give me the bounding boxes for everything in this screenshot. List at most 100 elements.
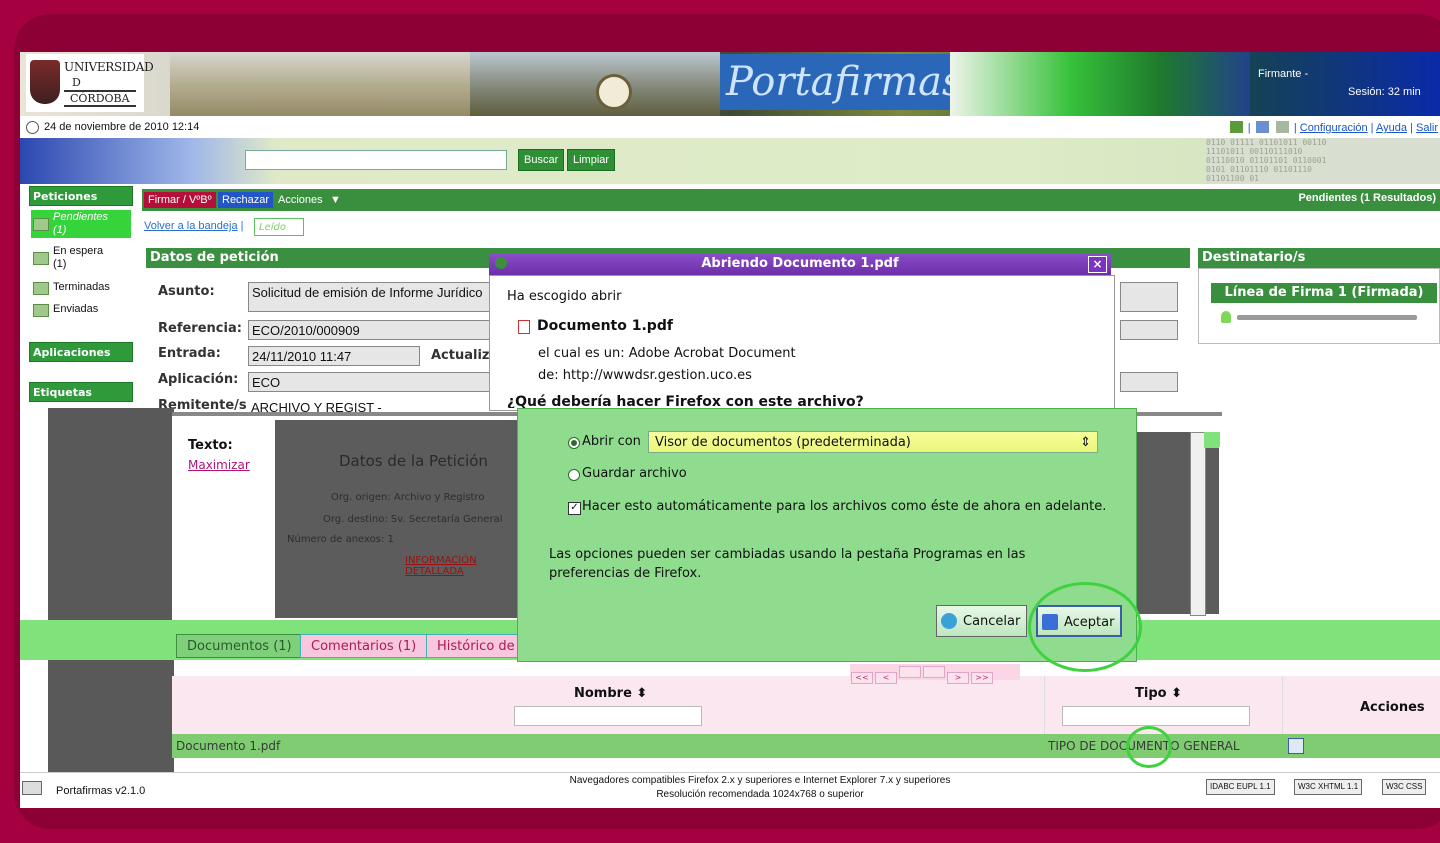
nombre-filter-input[interactable] xyxy=(514,706,702,726)
auto-checkbox-label[interactable]: Hacer esto automáticamente para los arch… xyxy=(582,499,1106,514)
dialog-question: ¿Qué debería hacer Firefox con este arch… xyxy=(507,394,864,408)
aplicacion-field-end xyxy=(1120,372,1178,392)
page-button[interactable] xyxy=(923,666,945,678)
column-label: Tipo xyxy=(1135,686,1167,701)
highlight-circle xyxy=(1028,582,1142,672)
firmante-label: Firmante - xyxy=(1258,68,1309,80)
sidebar-item-pendientes[interactable]: Pendientes (1) xyxy=(31,210,131,238)
logout-link[interactable]: Salir xyxy=(1416,122,1438,134)
dialog-filename: Documento 1.pdf xyxy=(537,318,673,334)
last-page-button[interactable]: >> xyxy=(971,672,993,684)
search-input[interactable] xyxy=(245,150,507,170)
peticiones-header[interactable]: Peticiones xyxy=(29,186,133,206)
window-icon[interactable] xyxy=(1255,121,1269,133)
tab-documentos[interactable]: Documentos (1) xyxy=(176,634,303,658)
compatibility-note: Navegadores compatibles Firefox 2.x y su… xyxy=(550,774,970,802)
prev-page-button[interactable]: < xyxy=(875,672,897,684)
detail-link[interactable]: INFORMACIÓN DETALLADA xyxy=(405,555,535,577)
highlight-circle xyxy=(1126,726,1172,768)
current-date: 24 de noviembre de 2010 12:14 xyxy=(44,121,200,133)
acciones-menu[interactable]: Acciones xyxy=(274,192,327,208)
sidebar-item-label: En espera xyxy=(53,245,104,257)
done-icon xyxy=(33,282,49,295)
cancel-button[interactable]: Cancelar xyxy=(936,605,1028,637)
results-count: Pendientes (1 Resultados) xyxy=(1298,192,1436,204)
aplicaciones-header[interactable]: Aplicaciones xyxy=(29,342,133,362)
back-link-bar: Volver a la bandeja | xyxy=(144,220,244,232)
page-button[interactable] xyxy=(899,666,921,678)
inbox-icon xyxy=(33,218,49,231)
column-acciones: Acciones xyxy=(1360,700,1425,715)
request-preview: Datos de la Petición Org. origen: Archiv… xyxy=(275,420,535,618)
download-icon[interactable] xyxy=(1288,738,1304,754)
clear-button[interactable]: Limpiar xyxy=(567,149,616,171)
referencia-field-end xyxy=(1120,320,1178,340)
settings-icon[interactable] xyxy=(1275,121,1289,133)
column-divider xyxy=(1044,676,1045,734)
sent-icon xyxy=(33,304,49,317)
browser-viewport: UNIVERSIDAD D CÓRDOBA Portafirmas Firman… xyxy=(20,52,1440,808)
firmar-button[interactable]: Firmar / VºBº xyxy=(144,192,216,208)
app-select-value: Visor de documentos (predeterminada) xyxy=(655,435,911,450)
users-icon[interactable] xyxy=(1229,121,1243,133)
shield-icon xyxy=(30,60,60,104)
search-button[interactable]: Buscar xyxy=(518,149,565,171)
referencia-field: ECO/2010/000909 xyxy=(248,320,490,340)
aplicacion-label: Aplicación: xyxy=(158,372,239,387)
table-row[interactable]: Documento 1.pdf TIPO DE DOCUMENTO GENERA… xyxy=(172,734,1440,758)
footer-line: Navegadores compatibles Firefox 2.x y su… xyxy=(569,775,951,786)
preview-scrollbar[interactable] xyxy=(1190,432,1206,616)
tab-historico[interactable]: Histórico de xyxy=(426,634,526,658)
texto-label: Texto: xyxy=(188,438,233,453)
css-badge[interactable]: W3C CSS xyxy=(1382,779,1427,795)
save-file-label[interactable]: Guardar archivo xyxy=(582,466,687,481)
help-link[interactable]: Ayuda xyxy=(1376,122,1407,134)
render-artifact xyxy=(1219,447,1440,619)
recipient-name-redacted xyxy=(1237,315,1417,320)
config-link[interactable]: Configuración xyxy=(1300,122,1368,134)
session-timer: Sesión: 32 min xyxy=(1348,86,1421,98)
version-label: Portafirmas v2.1.0 xyxy=(56,785,146,797)
first-page-button[interactable]: << xyxy=(851,672,873,684)
sidebar-item-count: (1) xyxy=(53,224,67,236)
recipients-header: Destinatario/s xyxy=(1198,248,1440,268)
chevron-down-icon[interactable]: ▼ xyxy=(326,192,345,208)
tab-comentarios[interactable]: Comentarios (1) xyxy=(300,634,428,658)
next-page-button[interactable]: > xyxy=(947,672,969,684)
open-with-radio[interactable] xyxy=(568,437,580,449)
tipo-filter-input[interactable] xyxy=(1062,706,1250,726)
sidebar-item-label: Enviadas xyxy=(53,303,99,315)
asunto-field-end xyxy=(1120,282,1178,312)
page-footer: Portafirmas v2.1.0 Navegadores compatibl… xyxy=(20,772,1440,808)
rechazar-button[interactable]: Rechazar xyxy=(218,192,274,208)
sidebar-item-terminadas[interactable]: Terminadas xyxy=(31,280,131,298)
referencia-label: Referencia: xyxy=(158,321,242,336)
eupl-badge[interactable]: IDABC EUPL 1.1 xyxy=(1206,779,1275,795)
entrada-field: 24/11/2010 11:47 xyxy=(248,346,420,366)
asunto-label: Asunto: xyxy=(158,284,215,299)
close-icon[interactable]: × xyxy=(1088,256,1107,273)
sidebar-item-en-espera[interactable]: En espera (1) xyxy=(31,244,131,272)
etiquetas-header[interactable]: Etiquetas xyxy=(29,382,133,402)
table-header: Nombre ⬍ Tipo ⬍ Acciones xyxy=(172,676,1440,734)
column-tipo[interactable]: Tipo ⬍ xyxy=(1135,686,1182,701)
firefox-icon xyxy=(495,257,507,269)
university-logo[interactable]: UNIVERSIDAD D CÓRDOBA xyxy=(26,54,154,112)
auto-checkbox[interactable]: ✓ xyxy=(568,502,581,515)
entrada-label: Entrada: xyxy=(158,346,221,361)
app-title: Portafirmas xyxy=(720,54,963,110)
app-select[interactable]: Visor de documentos (predeterminada) ⇕ xyxy=(648,431,1098,453)
aplicacion-field: ECO xyxy=(248,372,490,392)
read-button[interactable]: Leído xyxy=(254,218,304,236)
open-with-label[interactable]: Abrir con xyxy=(582,434,641,449)
column-nombre[interactable]: Nombre ⬍ xyxy=(574,686,647,701)
back-to-inbox-link[interactable]: Volver a la bandeja xyxy=(144,220,238,232)
pdf-icon xyxy=(518,320,530,334)
maximize-link[interactable]: Maximizar xyxy=(188,458,250,472)
sidebar-item-enviadas[interactable]: Enviadas xyxy=(31,302,131,320)
dialog-titlebar[interactable]: Abriendo Documento 1.pdf × xyxy=(489,253,1111,275)
xhtml-badge[interactable]: W3C XHTML 1.1 xyxy=(1294,779,1363,795)
sidebar-item-count: (1) xyxy=(53,258,67,270)
save-file-radio[interactable] xyxy=(568,469,580,481)
cancel-icon xyxy=(941,613,957,629)
